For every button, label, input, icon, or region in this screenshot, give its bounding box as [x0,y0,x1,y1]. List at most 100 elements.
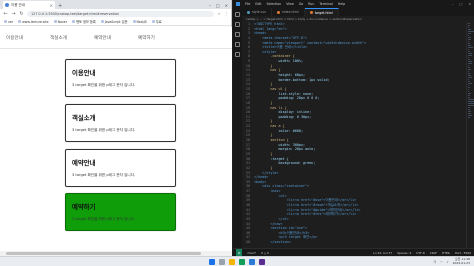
vscode-logo-icon [236,2,240,6]
app-icon[interactable] [259,258,265,265]
minimap-line [468,65,470,66]
minimize-icon[interactable]: – [452,2,454,6]
minimap-line [468,29,472,30]
minimap-line [468,67,470,68]
minimap-line [468,45,472,46]
minimap-line [468,89,469,90]
minimap-line [468,35,470,36]
activity-bar [233,8,242,248]
close-window-icon[interactable]: × [468,2,471,6]
menu-run[interactable]: Run [308,2,314,6]
menu-icon[interactable]: ⋮ [224,11,228,16]
editor-tab-active[interactable]: target.html [304,8,339,16]
nav-link-room[interactable]: 객실소개 [50,35,94,41]
run-debug-icon[interactable] [235,42,240,47]
minimap-line [468,107,471,108]
menu-help[interactable]: Help [338,2,345,6]
maximize-icon[interactable]: □ [459,2,462,6]
browser-tab[interactable]: 이용 안내 × [3,1,55,9]
nav-link-guide[interactable]: 예약안내 [94,35,138,41]
minimap-line [468,83,472,84]
close-tab-icon[interactable]: × [50,3,53,8]
minimap-line [468,71,470,72]
explorer-icon[interactable] [235,12,240,17]
html-file-icon [309,11,313,14]
minimap-line [468,73,471,74]
maximize-icon[interactable]: □ [216,3,220,8]
bookmark-icon [18,20,22,23]
bookmark-icon [151,20,155,23]
bookmark-item[interactable]: JavaScript 입문 [100,19,128,24]
bookmark-icon [4,20,7,23]
section-title: 예약안내 [72,159,96,167]
minimap-line [468,111,472,112]
status-eol[interactable]: CRLF [430,251,437,255]
desktop: 이용 안내 × + – □ × ← → ↻ 127.0.0.1:5500/css… [0,0,474,266]
menu-file[interactable]: File [245,2,250,6]
favicon-icon [5,3,9,7]
status-problems[interactable]: 0 △ 0 [261,251,269,255]
minimize-icon[interactable]: – [209,3,211,8]
minimap-line [468,49,470,50]
minimap-line [468,47,473,48]
minimap-line [468,109,470,110]
bookmark-item[interactable]: NestJS [132,20,147,24]
code-text: </section> [254,240,291,245]
start-icon[interactable] [209,258,215,265]
bookmark-item[interactable]: Naver [53,20,67,24]
status-spaces[interactable]: Spaces: 4 [397,251,411,255]
bookmark-item[interactable]: 멘토 정보 등록 [72,19,96,24]
code-line[interactable]: 48 </section> [242,240,466,245]
editor-tab[interactable]: index.html [272,8,305,16]
minimap-line [468,51,470,52]
url-input[interactable]: 127.0.0.1:5500/csstop-test/target.html#r… [27,10,215,17]
file-explorer-icon[interactable] [229,258,235,265]
menu-go[interactable]: Go [299,2,303,6]
remote-indicator-icon[interactable]: ⇄ [236,249,243,256]
back-icon[interactable]: ← [3,11,8,17]
section-card-room: 객실소개 3 target 확인을 위한 p태그 문자 입니다. [65,104,176,142]
close-window-icon[interactable]: × [225,3,228,8]
search-icon[interactable] [235,22,240,27]
reload-icon[interactable]: ↻ [19,11,24,17]
clock[interactable]: 오전 11:48 2024-01-23 [452,257,470,265]
extensions-icon[interactable] [235,52,240,57]
browser-tab-bar: 이용 안내 × + – □ × [0,0,231,9]
forward-icon[interactable]: → [11,11,16,17]
status-cursor[interactable]: Ln 42, Col 37 [373,251,392,255]
vscode-window: File Edit Selection View Go Run Terminal… [233,0,474,256]
bookmark-item[interactable]: ver [4,20,13,24]
star-icon[interactable]: ☆ [217,11,221,16]
nav-link-reservation[interactable]: 예약하기 [138,35,182,41]
minimap[interactable] [466,22,474,248]
window-controls: – □ × [209,1,231,9]
bookmark-item[interactable]: 무료 [151,19,162,24]
menu-view[interactable]: View [286,2,294,6]
chrome-icon[interactable] [239,258,245,265]
section-title: 객실소개 [72,114,96,122]
ime-indicator[interactable]: 가 [433,260,436,264]
volume-icon[interactable]: ♪ [447,260,449,264]
status-port[interactable]: Port : 5500 [455,251,471,255]
status-language[interactable]: HTML [442,251,450,255]
search-icon[interactable] [219,258,225,265]
vscode-taskbar-icon[interactable] [249,258,255,265]
code-editor[interactable]: 1 <!DOCTYPE html> 2 <html lang="en"> 3 <head>… [242,22,466,248]
scrollbar-thumb[interactable] [6,252,201,255]
editor-tab[interactable]: style.css [242,8,272,16]
address-bar: ← → ↻ 127.0.0.1:5500/csstop-test/target.… [0,9,231,18]
new-tab-button[interactable]: + [55,3,65,9]
nav-link-use[interactable]: 이용안내 [6,35,50,41]
menu-selection[interactable]: Selection [267,2,282,6]
wifi-icon[interactable]: ◠ [440,260,443,264]
source-control-icon[interactable] [235,32,240,37]
browser-tab-title: 이용 안내 [11,2,25,7]
status-encoding[interactable]: UTF-8 [416,251,424,255]
bookmark-item[interactable]: www.lecture.site [18,20,49,24]
clock-date: 2024-01-23 [452,260,470,265]
menu-edit[interactable]: Edit [255,2,261,6]
menu-terminal[interactable]: Terminal [319,2,332,6]
minimap-line [468,117,471,118]
status-branch[interactable]: main* [247,251,256,255]
minimap-line [468,31,474,32]
